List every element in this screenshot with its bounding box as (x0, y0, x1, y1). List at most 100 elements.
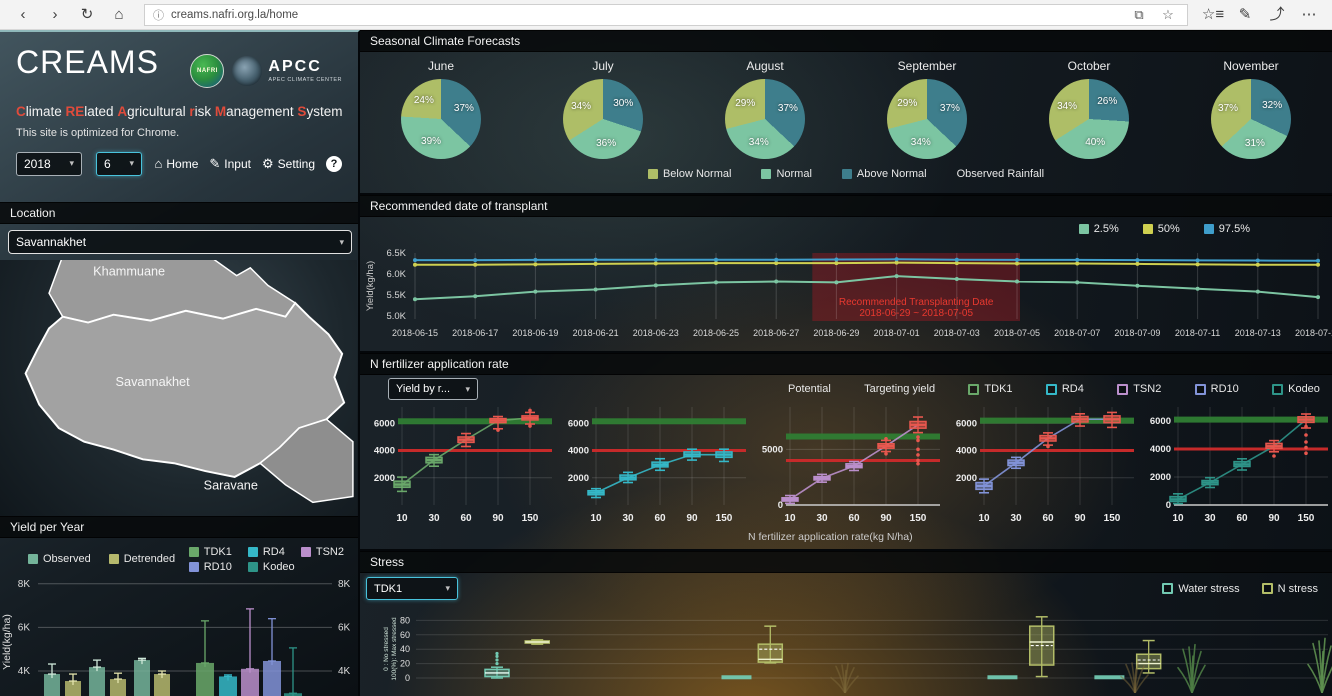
svg-text:40: 40 (400, 644, 410, 654)
forecast-pie-cell-june: June37%39%24% (360, 59, 522, 159)
legend-item-detrended[interactable]: Detrended (109, 553, 175, 565)
legend-label: 97.5% (1219, 223, 1250, 235)
forecast-pie-cell-september: September 37%34%29% (846, 59, 1008, 159)
stress-chart[interactable]: 0204060800 : No stressed100(%): Max stre… (360, 601, 1332, 693)
stress-header: Stress (360, 551, 1332, 573)
web-note-pen-icon[interactable]: ✎ (1230, 1, 1260, 29)
fert-chart-kodeo[interactable]: 020004000600010306090150 (1138, 401, 1332, 533)
legend-item-observed-rainfall[interactable]: Observed Rainfall (957, 168, 1044, 180)
legend-item-rd4[interactable]: RD4 (248, 546, 285, 558)
legend-item-n-stress[interactable]: N stress (1262, 583, 1318, 595)
fert-chart-tsn2[interactable]: 0500010306090150 (750, 401, 944, 533)
fert-chart-tdk1[interactable]: 20004000600010306090150 (362, 401, 556, 533)
forecast-legend: Below Normal Normal Above Normal Observed R… (360, 168, 1332, 180)
legend-item-kodeo[interactable]: Kodeo (1272, 383, 1320, 395)
yield-legend-row: RD10 Kodeo (189, 561, 344, 573)
transplant-chart[interactable]: 6.5K6.0K5.5K5.0KYield(kg/ha)Recommended … (360, 241, 1332, 353)
legend-item-tdk1[interactable]: TDK1 (968, 383, 1012, 395)
pie-august[interactable]: 37%34%29% (725, 79, 805, 159)
legend-item-water-stress[interactable]: Water stress (1162, 583, 1239, 595)
reading-view-icon[interactable]: ⧉ (1128, 5, 1150, 25)
favorite-star-icon[interactable]: ☆ (1157, 5, 1179, 25)
legend-item-rd10[interactable]: RD10 (189, 561, 232, 573)
svg-text:4K: 4K (338, 666, 351, 677)
yield-per-year-chart[interactable]: 8K8K6K6K4K4KYield(kg/ha) (0, 578, 357, 696)
legend-item-below-normal[interactable]: Below Normal (648, 168, 731, 180)
map-label-khammuane: Khammuane (93, 265, 165, 279)
legend-item-50-[interactable]: 50% (1143, 223, 1180, 235)
yield-legend-right: TDK1 RD4 TSN2 RD10 Kodeo (189, 546, 348, 573)
legend-swatch (189, 562, 199, 572)
browser-home-icon[interactable]: ⌂ (104, 1, 134, 29)
tagline-segment: anagement (226, 104, 297, 119)
svg-text:6000: 6000 (1150, 416, 1171, 427)
legend-swatch (248, 547, 258, 557)
legend-swatch (1117, 384, 1128, 395)
legend-item-kodeo[interactable]: Kodeo (248, 561, 295, 573)
nafri-logo: NAFRI (190, 54, 224, 88)
svg-text:90: 90 (686, 513, 698, 524)
svg-text:80: 80 (400, 615, 410, 625)
fert-chart-rd10[interactable]: 20004000600010306090150 (944, 401, 1138, 533)
legend-item-rd4[interactable]: RD4 (1046, 383, 1084, 395)
pie-slice-label: 29% (730, 98, 760, 109)
page-info-icon[interactable]: ⓘ (153, 7, 164, 23)
legend-item-observed[interactable]: Observed (28, 553, 91, 565)
pie-november[interactable]: 32%31%37% (1211, 79, 1291, 159)
share-icon[interactable]: ⤴ (1262, 1, 1292, 29)
more-menu-icon[interactable]: ⋯ (1294, 1, 1324, 29)
legend-label: Detrended (124, 553, 175, 565)
legend-item-above-normal[interactable]: Above Normal (842, 168, 927, 180)
stress-variety-select[interactable]: TDK1 ▾ (366, 577, 458, 600)
pie-october[interactable]: 26%40%34% (1049, 79, 1129, 159)
svg-text:5000: 5000 (762, 444, 783, 455)
chevron-down-icon: ▾ (129, 158, 134, 169)
svg-text:2000: 2000 (568, 473, 589, 484)
svg-text:60: 60 (848, 513, 860, 524)
legend-swatch (28, 554, 38, 564)
legend-item-tdk1[interactable]: TDK1 (189, 546, 232, 558)
url-bar[interactable]: ⓘ creams.nafri.org.la/home ⧉ ☆ (144, 4, 1188, 26)
svg-text:30: 30 (1204, 513, 1216, 524)
pie-june[interactable]: 37%39%24% (401, 79, 481, 159)
svg-text:2018-06-27: 2018-06-27 (753, 328, 799, 338)
location-select[interactable]: Savannakhet ▾ (8, 230, 352, 254)
legend-swatch (1195, 384, 1206, 395)
pie-slice-label: 29% (892, 98, 922, 109)
legend-item-tsn2[interactable]: TSN2 (301, 546, 344, 558)
month-select[interactable]: 6 ▾ (96, 152, 142, 176)
nav-item-input[interactable]: ✎Input (209, 156, 251, 172)
province-map[interactable]: KhammuaneSavannakhetSaravane (0, 260, 357, 516)
pie-july[interactable]: 30%36%34% (563, 79, 643, 159)
chevron-down-icon: ▾ (69, 158, 74, 169)
fert-metric-select[interactable]: Yield by r... ▾ (388, 378, 478, 400)
year-select[interactable]: 2018 ▾ (16, 152, 82, 176)
stress-controls: TDK1 ▾ Water stress N stress (360, 573, 1332, 601)
tagline-segment: isk (195, 104, 215, 119)
favorites-bar-icon[interactable]: ☆≡ (1198, 1, 1228, 29)
map-label-saravane: Saravane (204, 479, 258, 493)
main-content: Seasonal Climate Forecasts June37%39%24%… (360, 30, 1332, 696)
pie-september[interactable]: 37%34%29% (887, 79, 967, 159)
legend-item-2-5-[interactable]: 2.5% (1079, 223, 1119, 235)
pie-month-label: August (684, 59, 846, 73)
legend-item-rd10[interactable]: RD10 (1195, 383, 1239, 395)
nav-item-home[interactable]: ⌂Home (155, 156, 199, 171)
pie-month-label: September (846, 59, 1008, 73)
help-button[interactable]: ? (326, 156, 342, 172)
legend-item-tsn2[interactable]: TSN2 (1117, 383, 1161, 395)
nav-item-setting[interactable]: ⚙Setting (262, 156, 315, 172)
legend-label: TDK1 (984, 383, 1012, 395)
legend-swatch (761, 169, 771, 179)
pie-slice-label: 30% (608, 98, 638, 109)
refresh-icon[interactable]: ↻ (72, 1, 102, 29)
svg-text:10: 10 (590, 513, 602, 524)
legend-item-97-5-[interactable]: 97.5% (1204, 223, 1250, 235)
forward-icon[interactable]: › (40, 1, 70, 29)
legend-item-normal[interactable]: Normal (761, 168, 811, 180)
fert-chart-rd4[interactable]: 20004000600010306090150 (556, 401, 750, 533)
fertilizer-charts-row: 2000400060001030609015020004000600010306… (360, 401, 1332, 533)
back-icon[interactable]: ‹ (8, 1, 38, 29)
nav-label: Input (224, 157, 251, 171)
chevron-down-icon: ▾ (465, 384, 470, 395)
